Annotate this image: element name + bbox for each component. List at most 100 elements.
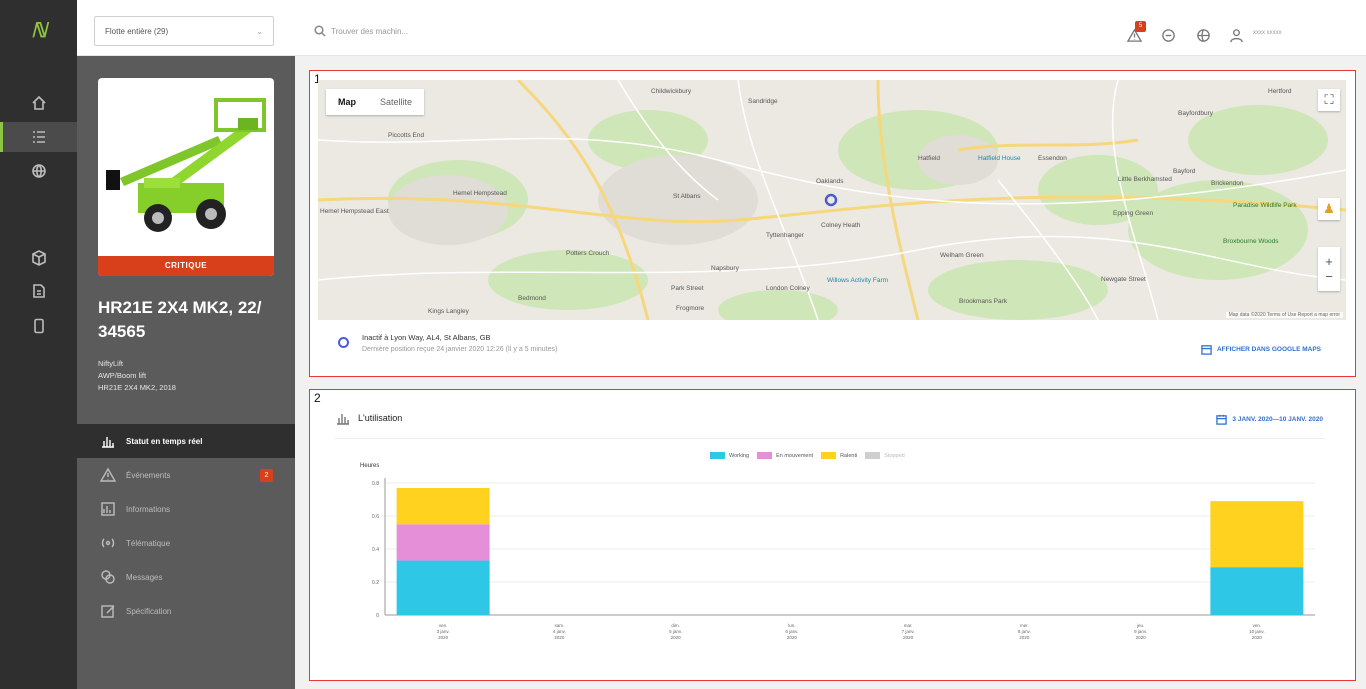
y-tick-label: 0.4 <box>372 547 379 553</box>
menu-item-label: Messages <box>126 572 163 582</box>
menu-item-information[interactable]: Informations <box>77 492 295 526</box>
chat-icon <box>1161 28 1175 42</box>
x-tick-label: mar. <box>904 623 913 628</box>
legend-item[interactable]: Working <box>710 452 749 459</box>
location-pin-icon <box>338 337 349 348</box>
map-place-label: Bedmond <box>518 295 546 302</box>
street-view-icon[interactable]: ♟ <box>1318 198 1340 220</box>
menu-item-events[interactable]: Événements 2 <box>77 458 295 492</box>
events-badge: 2 <box>260 469 273 482</box>
bar-segment-working[interactable] <box>1210 567 1304 615</box>
machine-menu: Statut en temps réel Événements 2 Inform… <box>77 424 295 628</box>
bar-segment-en-mouvement[interactable] <box>396 524 490 561</box>
usage-panel: 2 L'utilisation 3 JANV. 2020—10 JANV. 20… <box>309 389 1356 681</box>
map-place-label: Paradise Wildlife Park <box>1233 202 1297 209</box>
map-place-label: Bayfordbury <box>1178 110 1214 117</box>
user-name[interactable]: xxxx xxxxx <box>1253 30 1282 36</box>
signal-icon <box>101 538 115 548</box>
legend-swatch <box>757 452 773 459</box>
map-place-label: Broxbourne Woods <box>1223 238 1279 245</box>
y-tick-label: 0.6 <box>372 514 379 520</box>
menu-item-label: Statut en temps réel <box>126 436 203 446</box>
bar-segment-ralenti[interactable] <box>396 487 490 525</box>
x-tick-label: 8 janv. <box>1018 629 1031 634</box>
legend-item[interactable]: Stopped <box>865 452 905 459</box>
map-view[interactable]: Childwickbury Sandridge Hertford Bayford… <box>318 80 1346 320</box>
map-place-label: Potters Crouch <box>566 250 610 257</box>
menu-item-label: Événements <box>126 470 171 480</box>
open-google-maps-link[interactable]: AFFICHER DANS GOOGLE MAPS <box>1201 344 1321 355</box>
map-place-label: Tyttenhanger <box>766 232 804 239</box>
x-tick-label: 10 janv. <box>1249 629 1264 634</box>
x-tick-label: 2020 <box>554 635 565 640</box>
tab-map[interactable]: Map <box>326 89 368 115</box>
top-bar: Flotte entière (29) ⌄ Trouver des machin… <box>77 0 1366 56</box>
edit-icon <box>101 605 115 618</box>
usage-header: L'utilisation <box>335 410 402 426</box>
x-tick-label: 3 janv. <box>437 629 450 634</box>
fleet-select[interactable]: Flotte entière (29) ⌄ <box>94 16 274 46</box>
map-place-label: Napsbury <box>711 265 739 272</box>
usage-bar-chart: 00.20.40.60.8ven.3 janv.2020sam.4 janv.2… <box>372 478 1315 640</box>
zoom-out-icon[interactable]: − <box>1325 269 1333 284</box>
menu-item-specification[interactable]: Spécification <box>77 594 295 628</box>
machine-brand: NiftyLift <box>98 359 124 368</box>
x-tick-label: 2020 <box>671 635 682 640</box>
map-place-label: Essendon <box>1038 155 1067 162</box>
machine-model: HR21E 2X4 MK2, 2018 <box>98 383 176 392</box>
globe-icon <box>1196 28 1210 42</box>
x-tick-label: dim. <box>671 623 680 628</box>
map-place-label: Frogmore <box>676 305 705 312</box>
app-logo-icon[interactable]: ℕ <box>26 18 52 42</box>
legend-item[interactable]: En mouvement <box>757 452 813 459</box>
map-place-label: Hemel Hempstead <box>453 190 507 197</box>
box-icon[interactable] <box>0 243 77 273</box>
map-place-label: Epping Green <box>1113 210 1154 217</box>
phone-icon[interactable] <box>0 311 77 341</box>
user-menu-button[interactable] <box>1227 26 1245 44</box>
map-place-label: Childwickbury <box>651 88 692 95</box>
date-range-picker[interactable]: 3 JANV. 2020—10 JANV. 2020 <box>1216 414 1323 425</box>
list-icon[interactable] <box>0 122 77 152</box>
zoom-in-icon[interactable]: + <box>1325 254 1333 269</box>
x-tick-label: 4 janv. <box>553 629 566 634</box>
alerts-button[interactable]: 5 <box>1125 21 1146 44</box>
chart-icon <box>102 437 114 448</box>
info-chart-icon <box>101 502 115 516</box>
x-tick-label: jeu. <box>1136 623 1144 628</box>
machine-photo: CRITIQUE <box>98 78 274 276</box>
legend-swatch <box>710 452 725 459</box>
location-address: Inactif à Lyon Way, AL4, St Albans, GB <box>362 333 491 342</box>
x-tick-label: ven. <box>1253 623 1262 628</box>
fullscreen-icon[interactable]: ⛶ <box>1318 89 1340 111</box>
gmaps-link-label: AFFICHER DANS GOOGLE MAPS <box>1216 346 1321 353</box>
map-place-label: St Albans <box>673 193 701 200</box>
menu-item-messages[interactable]: Messages <box>77 560 295 594</box>
map-attribution[interactable]: Map data ©2020 Terms of Use Report a map… <box>1225 312 1343 318</box>
map-globe-icon[interactable] <box>0 156 77 186</box>
x-tick-label: sam. <box>554 623 564 628</box>
chart-legend: Working En mouvement Ralenti Stopped <box>710 452 913 459</box>
chat-button[interactable] <box>1159 26 1177 44</box>
bar-segment-ralenti[interactable] <box>1210 501 1304 568</box>
x-tick-label: 2020 <box>1019 635 1030 640</box>
map-place-label: Sandridge <box>748 98 778 105</box>
home-icon[interactable] <box>0 88 77 118</box>
search-input[interactable]: Trouver des machin... <box>314 20 614 42</box>
legend-item[interactable]: Ralenti <box>821 452 857 459</box>
document-icon[interactable] <box>0 276 77 306</box>
language-button[interactable] <box>1194 26 1212 44</box>
x-tick-label: mer. <box>1020 623 1029 628</box>
map-place-label: Welham Green <box>940 252 984 259</box>
x-tick-label: 9 janv. <box>1134 629 1147 634</box>
y-tick-label: 0 <box>376 613 379 619</box>
menu-item-label: Spécification <box>126 606 172 616</box>
menu-item-realtime-status[interactable]: Statut en temps réel <box>77 424 295 458</box>
tab-satellite[interactable]: Satellite <box>368 89 424 115</box>
bar-segment-working[interactable] <box>396 560 490 615</box>
zoom-controls: + − <box>1318 247 1340 291</box>
boom-lift-image <box>106 98 266 232</box>
machine-sidebar: CRITIQUE HR21E 2X4 MK2, 22/ 34565 NiftyL… <box>77 56 295 689</box>
menu-item-label: Télématique <box>126 538 171 548</box>
menu-item-telematics[interactable]: Télématique <box>77 526 295 560</box>
